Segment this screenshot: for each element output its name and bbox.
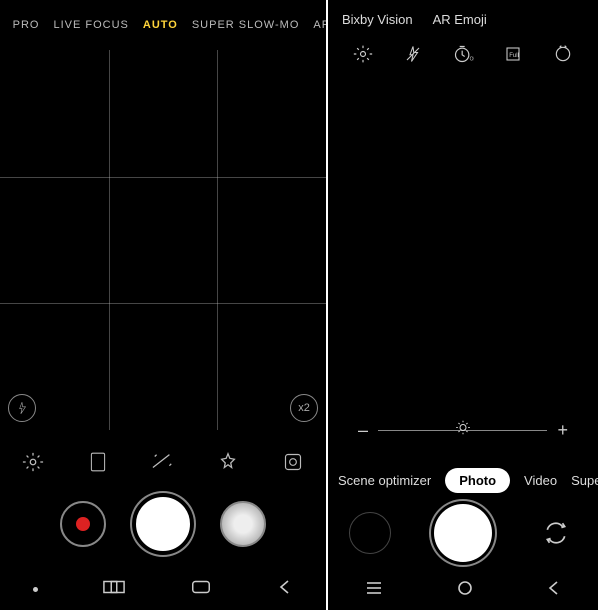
- mode-photo[interactable]: Photo: [445, 468, 510, 493]
- mode-super-slowmo[interactable]: SUPER SLOW-MO: [192, 19, 300, 31]
- grid-line: [217, 50, 218, 430]
- brightness-slider[interactable]: – +: [358, 418, 568, 442]
- tab-ar-emoji[interactable]: AR Emoji: [433, 12, 487, 27]
- gallery-thumbnail[interactable]: [220, 501, 266, 547]
- nav-recents-button[interactable]: [364, 580, 384, 601]
- top-tabs: Bixby Vision AR Emoji: [328, 0, 598, 38]
- shutter-button[interactable]: [132, 493, 194, 555]
- flash-icon[interactable]: [8, 394, 36, 422]
- aspect-icon[interactable]: [84, 448, 112, 476]
- minus-icon[interactable]: –: [358, 420, 368, 441]
- record-button[interactable]: [60, 501, 106, 547]
- zoom-badge[interactable]: x2: [290, 394, 318, 422]
- aspect-icon[interactable]: Full: [504, 45, 522, 68]
- mode-super-slowmo[interactable]: Supe: [571, 473, 598, 488]
- navigation-bar: [0, 568, 326, 610]
- nav-recents-button[interactable]: [103, 579, 125, 600]
- quick-settings-row: [0, 444, 326, 480]
- camera-screen-old: MA PRO LIVE FOCUS AUTO SUPER SLOW-MO AR …: [0, 0, 326, 610]
- mode-strip[interactable]: MA PRO LIVE FOCUS AUTO SUPER SLOW-MO AR …: [0, 0, 326, 50]
- svg-text:Full: Full: [510, 53, 520, 59]
- viewfinder[interactable]: x2: [0, 50, 326, 430]
- mode-strip[interactable]: Scene optimizer Photo Video Supe: [328, 460, 598, 500]
- mode-pro[interactable]: PRO: [13, 19, 40, 31]
- beauty-icon[interactable]: [214, 448, 242, 476]
- bulb-icon[interactable]: [454, 419, 472, 442]
- record-dot-icon: [76, 517, 90, 531]
- camera-screen-new: Bixby Vision AR Emoji OFF Full – + Scene…: [328, 0, 598, 610]
- nav-home-button[interactable]: [190, 579, 212, 600]
- settings-icon[interactable]: [353, 44, 373, 69]
- tab-bixby-vision[interactable]: Bixby Vision: [342, 12, 413, 27]
- quick-settings-row: OFF Full: [328, 38, 598, 74]
- mode-live-focus[interactable]: LIVE FOCUS: [53, 19, 128, 31]
- plus-icon[interactable]: +: [557, 420, 568, 441]
- shutter-row: [328, 500, 598, 566]
- switch-camera-button[interactable]: [535, 512, 577, 554]
- grid-line: [0, 177, 326, 178]
- mode-scene-optimizer[interactable]: Scene optimizer: [338, 473, 431, 488]
- nav-home-button[interactable]: [456, 579, 474, 602]
- sticker-icon[interactable]: [279, 448, 307, 476]
- mode-ar-emoji[interactable]: AR EM: [313, 19, 326, 31]
- nav-back-button[interactable]: [546, 580, 562, 601]
- nav-back-button[interactable]: [277, 579, 293, 600]
- grid-line: [0, 303, 326, 304]
- navigation-bar: [328, 570, 598, 610]
- flash-icon[interactable]: [404, 44, 422, 69]
- settings-icon[interactable]: [19, 448, 47, 476]
- shutter-button[interactable]: [434, 504, 492, 562]
- effects-icon[interactable]: [149, 448, 177, 476]
- mode-auto[interactable]: AUTO: [143, 19, 178, 31]
- svg-text:OFF: OFF: [470, 56, 474, 62]
- shutter-row: [0, 488, 326, 560]
- nav-assistant-icon[interactable]: [33, 587, 38, 592]
- gallery-thumbnail[interactable]: [349, 512, 391, 554]
- effect-icon[interactable]: [553, 44, 573, 69]
- grid-line: [109, 50, 110, 430]
- slider-track[interactable]: [378, 430, 547, 431]
- timer-icon[interactable]: OFF: [452, 44, 474, 69]
- mode-video[interactable]: Video: [524, 473, 557, 488]
